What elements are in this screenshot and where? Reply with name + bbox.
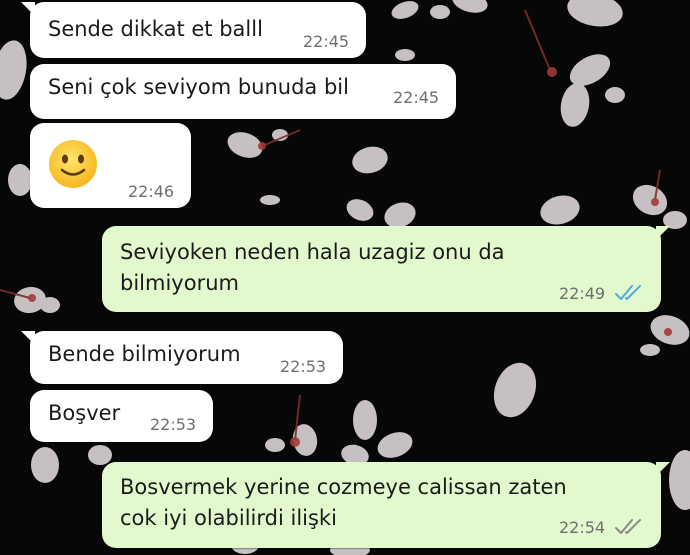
incoming-message-bubble[interactable]: 22:46 xyxy=(30,123,191,208)
delivered-double-check-icon xyxy=(615,519,641,534)
incoming-message-bubble[interactable]: Bende bilmiyorum 22:53 xyxy=(21,331,343,384)
message-text: Sende dikkat et balll xyxy=(48,17,263,41)
read-double-check-icon xyxy=(615,285,641,300)
outgoing-message-bubble[interactable]: Seviyoken neden hala uzagiz onu da bilmi… xyxy=(102,226,670,312)
message-text: Seni çok seviyom bunuda bil xyxy=(48,75,349,99)
message-text-line: Bosvermek yerine cozmeye calissan zaten xyxy=(120,475,567,499)
incoming-message-bubble[interactable]: Boşver 22:53 xyxy=(30,390,213,442)
message-time: 22:53 xyxy=(150,415,197,434)
message-time: 22:54 xyxy=(559,518,606,537)
message-time: 22:45 xyxy=(303,32,350,51)
message-time: 22:49 xyxy=(559,284,606,303)
message-time: 22:46 xyxy=(128,182,175,201)
message-text-line: cok iyi olabilirdi ilişki xyxy=(120,506,337,530)
message-time: 22:53 xyxy=(280,357,327,376)
incoming-message-bubble[interactable]: Seni çok seviyom bunuda bil 22:45 xyxy=(30,64,456,119)
incoming-message-bubble[interactable]: Sende dikkat et balll 22:45 xyxy=(21,2,366,58)
message-text: Bende bilmiyorum xyxy=(48,342,241,366)
message-text: Boşver xyxy=(48,401,121,425)
message-time: 22:45 xyxy=(393,88,440,107)
outgoing-message-bubble[interactable]: Bosvermek yerine cozmeye calissan zaten … xyxy=(102,462,670,548)
message-text-line: bilmiyorum xyxy=(120,271,239,295)
message-text-line: Seviyoken neden hala uzagiz onu da xyxy=(120,240,505,264)
slightly-smiling-face-icon xyxy=(49,140,97,188)
